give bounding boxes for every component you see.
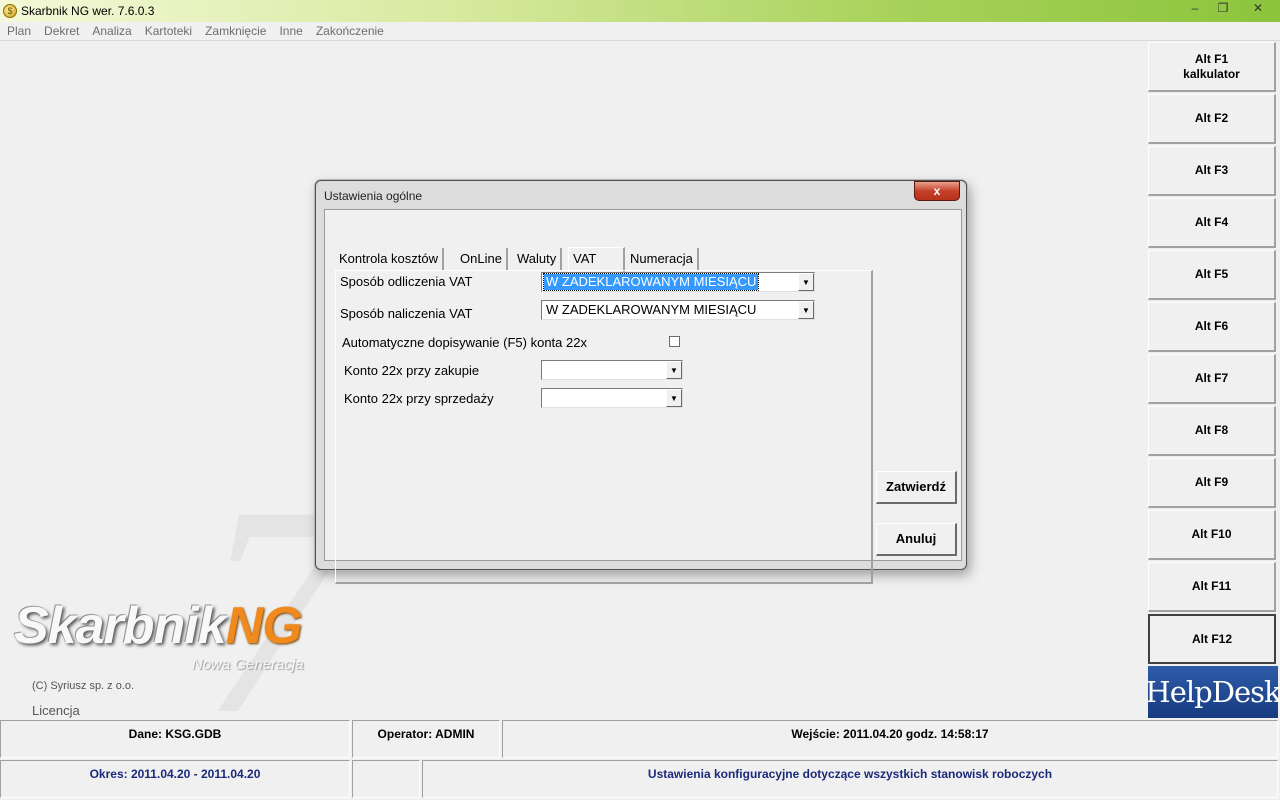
chevron-down-icon[interactable]: ▼ [798,301,814,319]
tab-numeracja[interactable]: Numeracja [626,248,699,270]
odliczenie-value: W ZADEKLAROWANYM MIESIĄCU [542,273,760,291]
alt-f7-button[interactable]: Alt F7 [1148,354,1276,404]
alt-f8-button[interactable]: Alt F8 [1148,406,1276,456]
close-button[interactable]: ✕ [1238,0,1278,18]
naliczenie-select[interactable]: W ZADEKLAROWANYM MIESIĄCU ▼ [541,300,815,320]
settings-dialog: Ustawienia ogólne x Kontrola kosztów OnL… [315,180,967,584]
alt-f2-button[interactable]: Alt F2 [1148,94,1276,144]
status-empty [352,760,420,798]
logo-main: Skarbnik [14,597,227,655]
sprzedaz-value [544,390,548,406]
chevron-down-icon[interactable]: ▼ [798,273,814,291]
alt-f11-button[interactable]: Alt F11 [1148,562,1276,612]
alt-f1-label: Alt F1 [1194,51,1229,66]
function-key-panel: Alt F1 kalkulator Alt F2 Alt F3 Alt F4 Al… [1148,42,1278,666]
tab-vat[interactable]: VAT [568,247,625,272]
menu-inne[interactable]: Inne [272,24,308,38]
cancel-button[interactable]: Anuluj [876,523,957,556]
menu-dekret[interactable]: Dekret [37,24,85,38]
menu-plan[interactable]: Plan [0,24,37,38]
copyright: (C) Syriusz sp. z o.o. [32,680,135,692]
status-dane: Dane: KSG.GDB [0,720,350,758]
confirm-button[interactable]: Zatwierdź [876,471,957,504]
menu-analiza[interactable]: Analiza [85,24,137,38]
sprzedaz-select[interactable]: ▼ [541,388,683,408]
zakup-value [544,362,548,378]
alt-f9-button[interactable]: Alt F9 [1148,458,1276,508]
auto-checkbox[interactable] [669,336,680,347]
alt-f3-button[interactable]: Alt F3 [1148,146,1276,196]
window-title: Skarbnik NG wer. 7.6.0.3 [21,4,155,18]
dialog-title: Ustawienia ogólne [324,189,423,203]
menu-kartoteki[interactable]: Kartoteki [138,24,198,38]
title-bar: $ Skarbnik NG wer. 7.6.0.3 – ❐ ✕ [0,0,1280,22]
sprzedaz-label: Konto 22x przy sprzedaży [344,391,494,406]
zakup-select[interactable]: ▼ [541,360,683,380]
status-wejscie: Wejście: 2011.04.20 godz. 14:58:17 [502,720,1278,758]
dialog-client: Kontrola kosztów OnLine Waluty VAT Numer… [324,209,962,584]
status-okres: Okres: 2011.04.20 - 2011.04.20 [0,760,350,798]
menu-zamkniecie[interactable]: Zamknięcie [198,24,272,38]
logo-subtitle: Nowa Generacja [192,656,304,673]
logo: SkarbnikNG [14,596,303,656]
naliczenie-value: W ZADEKLAROWANYM MIESIĄCU [546,302,757,317]
minimize-button[interactable]: – [1182,0,1208,18]
tab-kontrola-kosztow[interactable]: Kontrola kosztów [335,248,444,270]
tab-waluty[interactable]: Waluty [513,248,563,270]
status-operator: Operator: ADMIN [352,720,500,758]
odliczenie-label: Sposób odliczenia VAT [340,274,473,289]
naliczenie-label: Sposób naliczenia VAT [340,306,473,321]
chevron-down-icon[interactable]: ▼ [666,361,682,379]
chevron-down-icon[interactable]: ▼ [666,389,682,407]
alt-f12-button[interactable]: Alt F12 [1148,614,1276,664]
window-controls: – ❐ ✕ [1180,0,1278,18]
alt-f5-button[interactable]: Alt F5 [1148,250,1276,300]
status-info: Ustawienia konfiguracyjne dotyczące wszy… [422,760,1278,798]
alt-f4-button[interactable]: Alt F4 [1148,198,1276,248]
alt-f10-button[interactable]: Alt F10 [1148,510,1276,560]
licencja-link[interactable]: Licencja [32,703,80,718]
menu-zakonczenie[interactable]: Zakończenie [309,24,390,38]
odliczenie-select[interactable]: W ZADEKLAROWANYM MIESIĄCU ▼ [541,272,815,292]
alt-f1-sublabel: kalkulator [1183,66,1240,81]
menu-bar: Plan Dekret Analiza Kartoteki Zamknięcie… [0,22,1280,41]
app-icon: $ [3,4,17,18]
helpdesk-button[interactable]: HelpDesk [1145,666,1280,718]
auto-label: Automatyczne dopisywanie (F5) konta 22x [342,335,587,350]
logo-ng: NG [225,597,303,655]
zakup-label: Konto 22x przy zakupie [344,363,480,378]
tab-online[interactable]: OnLine [456,248,508,270]
restore-button[interactable]: ❐ [1210,0,1236,18]
dialog-close-button[interactable]: x [914,181,960,201]
alt-f1-button[interactable]: Alt F1 kalkulator [1148,42,1276,92]
alt-f6-button[interactable]: Alt F6 [1148,302,1276,352]
